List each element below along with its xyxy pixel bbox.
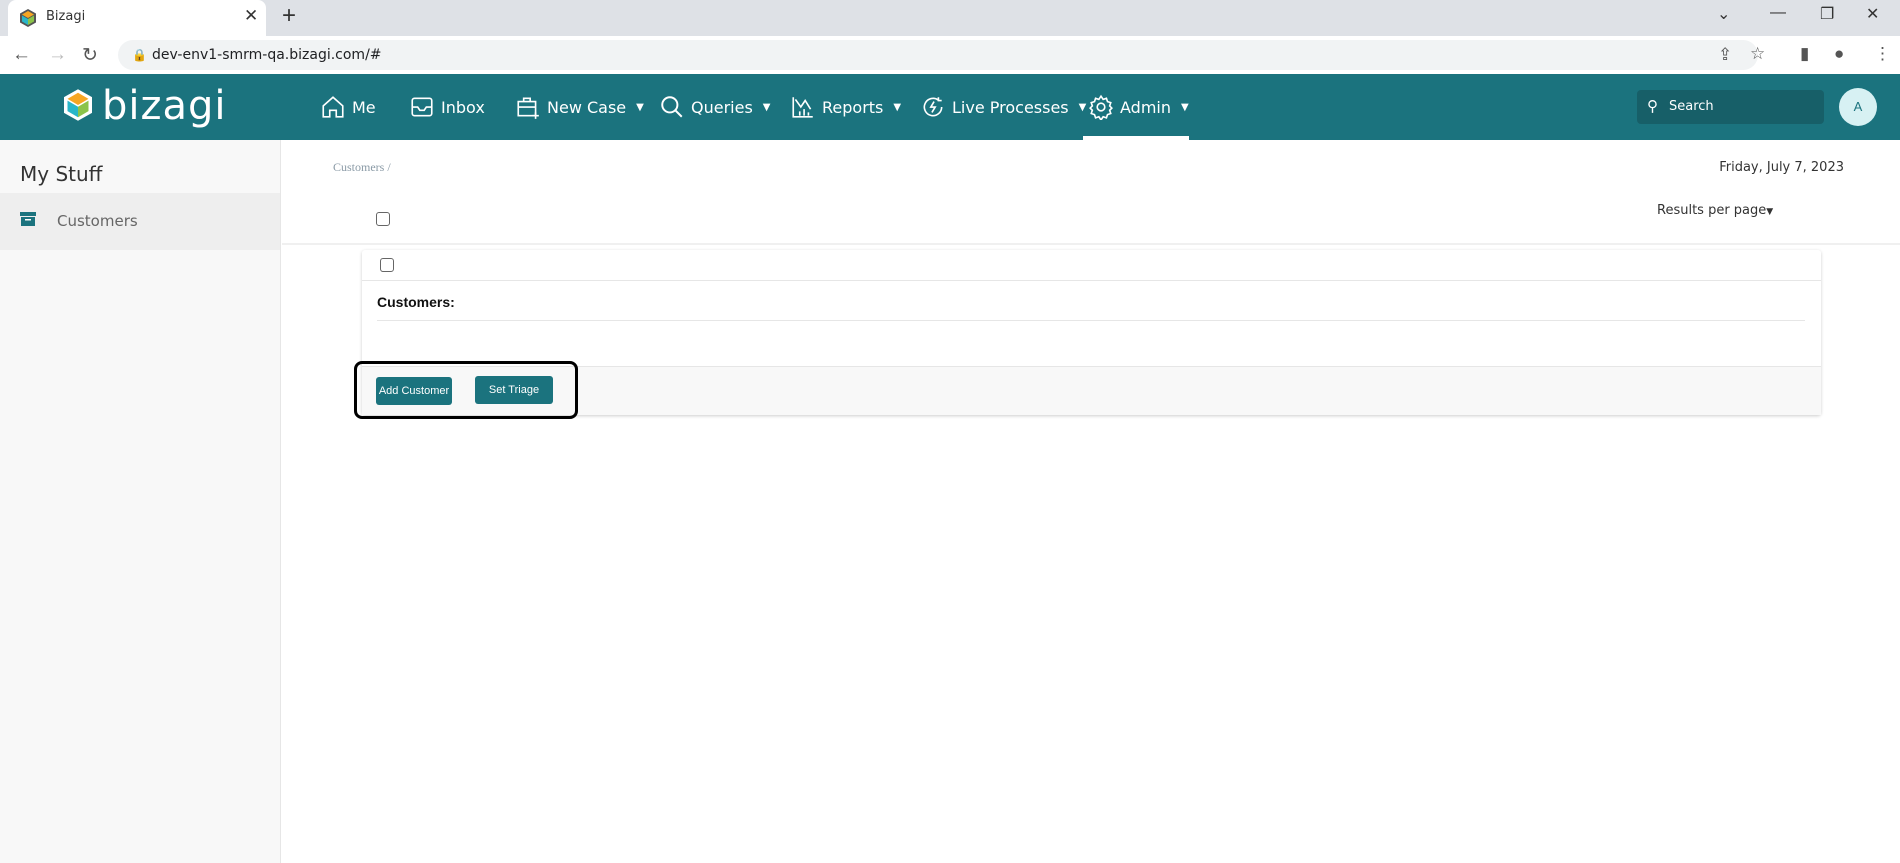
- caret-down-icon: ▼: [893, 101, 902, 113]
- home-icon: [322, 96, 344, 118]
- search-placeholder: Search: [1669, 99, 1714, 114]
- profile-icon[interactable]: ●: [1834, 44, 1844, 64]
- divider: [282, 243, 1900, 245]
- highlight-outline: [354, 361, 578, 419]
- nav-admin-label: Admin: [1120, 97, 1171, 117]
- customers-label: Customers:: [377, 294, 455, 310]
- close-tab-icon[interactable]: ✕: [244, 6, 258, 26]
- nav-queries[interactable]: Queries ▼: [659, 74, 770, 140]
- nav-reports[interactable]: Reports ▼: [790, 74, 901, 140]
- caret-down-icon: ▼: [636, 101, 644, 113]
- nav-inbox[interactable]: Inbox: [409, 74, 485, 140]
- sidebar-item-label: Customers: [57, 212, 138, 230]
- window-close-icon[interactable]: ✕: [1866, 4, 1879, 24]
- lock-icon: 🔒: [132, 48, 147, 62]
- form-footer: Add Customer Set Triage: [362, 366, 1821, 415]
- bookmark-star-icon[interactable]: ☆: [1750, 44, 1765, 64]
- url-text: dev-env1-smrm-qa.bizagi.com/#: [152, 47, 382, 63]
- tab-title: Bizagi: [46, 9, 86, 24]
- restore-icon[interactable]: ❐: [1820, 4, 1834, 24]
- side-panel-icon[interactable]: ▮: [1800, 44, 1809, 64]
- nav-new-case[interactable]: New Case ▼: [515, 74, 644, 140]
- gear-icon: [1089, 94, 1113, 120]
- breadcrumb[interactable]: Customers /: [333, 160, 391, 175]
- nav-inbox-label: Inbox: [441, 97, 485, 117]
- divider: [362, 280, 1821, 281]
- url-bar[interactable]: 🔒 dev-env1-smrm-qa.bizagi.com/# ⇪ ☆: [118, 40, 1765, 70]
- nav-reports-label: Reports: [822, 97, 884, 117]
- sidebar-item-customers[interactable]: Customers: [0, 193, 280, 250]
- avatar[interactable]: A: [1839, 88, 1877, 126]
- sidebar-title: My Stuff: [20, 162, 103, 186]
- minimize-icon[interactable]: —: [1770, 4, 1786, 22]
- active-nav-indicator: [1083, 136, 1189, 140]
- search-icon: ⚲: [1647, 98, 1658, 115]
- caret-down-icon: ▼: [762, 101, 771, 113]
- select-all-checkbox[interactable]: [376, 212, 390, 226]
- search-input[interactable]: ⚲ Search: [1637, 90, 1824, 124]
- caret-down-icon: ▼: [1181, 101, 1189, 113]
- nav-queries-label: Queries: [691, 97, 753, 117]
- nav-admin[interactable]: Admin ▼: [1088, 74, 1189, 140]
- tab-search-icon[interactable]: ⌄: [1717, 4, 1730, 24]
- address-bar-row: ← → ↻ 🔒 dev-env1-smrm-qa.bizagi.com/# ⇪ …: [0, 36, 1900, 74]
- nav-live-processes[interactable]: Live Processes ▼: [920, 74, 1086, 140]
- top-navigation: bizagi Me Inbox New Case ▼ Queries ▼ Repor…: [0, 74, 1900, 140]
- search-icon: [661, 96, 683, 118]
- nav-live-processes-label: Live Processes: [952, 97, 1069, 117]
- customers-form-card: Customers: Add Customer Set Triage: [362, 250, 1821, 415]
- results-per-page-label: Results per page: [1657, 203, 1767, 218]
- logo-text: bizagi: [102, 83, 227, 129]
- nav-me[interactable]: Me: [320, 74, 376, 140]
- caret-down-icon: ▼: [1766, 207, 1774, 217]
- share-icon[interactable]: ⇪: [1718, 45, 1732, 65]
- browser-tab-bar: Bizagi ✕ + ⌄ — ❐ ✕: [0, 0, 1900, 36]
- nav-new-case-label: New Case: [547, 97, 627, 117]
- row-checkbox[interactable]: [380, 258, 394, 272]
- bizagi-favicon-icon: [20, 9, 36, 27]
- divider: [377, 320, 1805, 321]
- nav-me-label: Me: [352, 97, 376, 117]
- bizagi-logo-icon: [64, 89, 92, 121]
- caret-down-icon: ▼: [1078, 101, 1087, 113]
- current-date: Friday, July 7, 2023: [1719, 160, 1844, 175]
- sidebar: My Stuff Customers: [0, 140, 281, 863]
- reports-icon: [792, 97, 813, 118]
- results-per-page-dropdown[interactable]: Results per page▼: [1657, 203, 1773, 218]
- new-tab-icon[interactable]: +: [282, 2, 296, 30]
- live-processes-icon: [923, 97, 943, 117]
- menu-icon[interactable]: ⋮: [1874, 44, 1891, 64]
- reload-icon[interactable]: ↻: [82, 44, 98, 67]
- archive-icon: [20, 212, 36, 226]
- browser-tab[interactable]: Bizagi ✕: [8, 0, 266, 36]
- forward-icon[interactable]: →: [48, 44, 67, 66]
- back-icon[interactable]: ←: [12, 44, 31, 66]
- inbox-icon: [411, 97, 433, 117]
- new-case-icon: [517, 97, 539, 119]
